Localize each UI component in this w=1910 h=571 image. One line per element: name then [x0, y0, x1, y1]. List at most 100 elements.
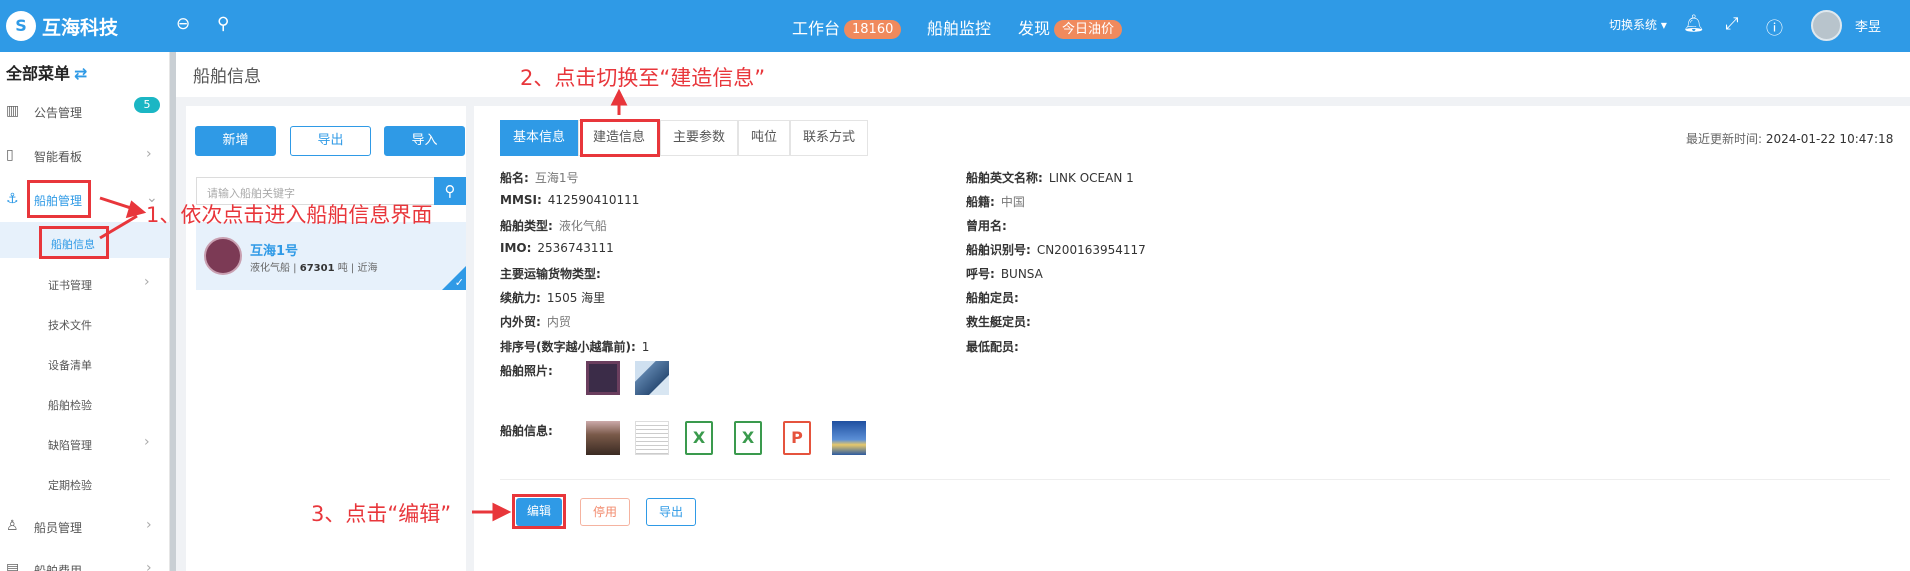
sidebar: 全部菜单 ⇄ ▥ 公告管理 5 ▯ 智能看板 › ⚓︎ 船舶管理 ⌄ 船舶信息 证… [0, 52, 170, 571]
anchor-icon: ⚓︎ [6, 191, 19, 207]
field-key: 排序号(数字越小越靠前): [500, 340, 636, 354]
field-value: 液化气船 [558, 219, 607, 233]
sidebar-item-label: 船舶费用 [34, 564, 83, 571]
annotation-step2: 2、点击切换至“建造信息” [520, 66, 766, 90]
last-update-value: 2024-01-22 10:47:18 [1765, 132, 1894, 146]
field-key: 船舶英文名称: [966, 171, 1043, 185]
export-button[interactable]: 导出 [646, 498, 696, 526]
field-value: BUNSA [1000, 267, 1043, 281]
ship-list-item[interactable]: 互海1号 液化气船 | 67301 吨 | 近海 ✓ [196, 222, 466, 290]
tab-tonnage[interactable]: 吨位 [738, 120, 790, 156]
file-image-thumbnail[interactable] [586, 421, 620, 455]
subitem-label: 船舶检验 [48, 399, 92, 412]
export-list-button[interactable]: 导出 [290, 126, 371, 156]
ship-area: 近海 [357, 263, 378, 274]
nav-workbench-label: 工作台 [792, 19, 841, 38]
page-header [176, 52, 1910, 97]
field-ship-id: 船舶识别号: CN200163954117 [966, 241, 1146, 258]
tab-contacts[interactable]: 联系方式 [790, 120, 868, 156]
nav-workbench[interactable]: 工作台 18160 [792, 15, 902, 39]
field-key: MMSI: [500, 193, 542, 207]
field-cargo-type: 主要运输货物类型: [500, 265, 607, 282]
ship-type: 液化气船 [250, 263, 290, 274]
tab-basic-info[interactable]: 基本信息 [500, 120, 578, 156]
ship-photo-thumbnail[interactable] [586, 361, 620, 395]
switch-icon[interactable]: ⇄ [74, 64, 87, 83]
top-bar: S 互海科技 ⊖ ⚲ 工作台 18160 船舶监控 发现 今日油价 切换系统 ▾ 🔔… [0, 0, 1910, 52]
sidebar-item-label: 智能看板 [34, 150, 83, 164]
check-icon: ✓ [454, 276, 464, 289]
ship-name: 互海1号 [250, 244, 299, 259]
tab-main-params[interactable]: 主要参数 [660, 120, 738, 156]
excel-file-icon[interactable]: X [734, 421, 762, 455]
ship-photo-thumbnail[interactable] [635, 361, 669, 395]
field-key: 呼号: [966, 267, 995, 281]
annotation-box-edit [512, 494, 566, 529]
field-endurance: 续航力: 1505 海里 [500, 289, 605, 306]
field-key: 船舶定员: [966, 291, 1019, 305]
bell-icon[interactable]: 🔔︎ [1683, 14, 1705, 34]
field-ship-photos: 船舶照片: [500, 362, 553, 379]
field-key: 船籍: [966, 195, 995, 209]
brand-name: 互海科技 [42, 17, 119, 39]
sidebar-item-label: 船员管理 [34, 521, 83, 535]
logo-icon: S [6, 11, 36, 41]
field-value: 内贸 [546, 315, 571, 329]
excel-file-icon[interactable]: X [685, 421, 713, 455]
nav-ship-monitor[interactable]: 船舶监控 [927, 15, 991, 39]
switch-system-menu[interactable]: 切换系统 ▾ [1609, 16, 1667, 33]
subitem-label: 缺陷管理 [48, 439, 92, 452]
annotation-box-ship-management [27, 180, 91, 218]
annotation-step3: 3、点击“编辑” [311, 502, 452, 526]
nav-discover[interactable]: 发现 今日油价 [1018, 15, 1123, 39]
field-flag: 船籍: 中国 [966, 193, 1025, 210]
field-key: 救生艇定员: [966, 315, 1031, 329]
divider [500, 479, 1890, 480]
chevron-right-icon: › [144, 434, 150, 450]
ship-meta: 液化气船 | 67301 吨 | 近海 [250, 263, 378, 274]
chevron-right-icon: › [146, 146, 152, 162]
file-image-thumbnail[interactable] [832, 421, 866, 455]
add-button[interactable]: 新增 [195, 126, 276, 156]
back-icon[interactable]: ⊖ [176, 14, 190, 34]
menu-title: 全部菜单 ⇄ [6, 60, 87, 84]
field-key: 曾用名: [966, 219, 1007, 233]
sidebar-item-label: 公告管理 [34, 106, 83, 120]
field-key: 船名: [500, 171, 529, 185]
field-key: 主要运输货物类型: [500, 267, 601, 281]
annotation-box-build-tab [580, 119, 660, 157]
user-name[interactable]: 李昱 [1855, 16, 1881, 35]
search-button[interactable]: ⚲ [434, 177, 466, 205]
help-icon[interactable]: ⓘ [1766, 14, 1783, 39]
chart-icon: ▯ [6, 147, 14, 163]
field-value: 412590410111 [547, 193, 640, 207]
disable-button[interactable]: 停用 [580, 498, 630, 526]
last-update-label: 最近更新时间: [1686, 132, 1763, 146]
menu-title-label: 全部菜单 [6, 64, 71, 83]
field-key: 船舶类型: [500, 219, 553, 233]
subitem-label: 证书管理 [48, 279, 92, 292]
wallet-icon: ▤ [6, 561, 20, 571]
field-ship-name: 船名: 互海1号 [500, 169, 578, 186]
file-sheet-thumbnail[interactable] [635, 421, 669, 455]
field-sort-order: 排序号(数字越小越靠前): 1 [500, 338, 649, 355]
field-value: 互海1号 [534, 171, 579, 185]
ppt-file-icon[interactable]: P [783, 421, 811, 455]
notice-count-badge: 5 [134, 97, 160, 113]
field-key: IMO: [500, 241, 532, 255]
oil-price-badge[interactable]: 今日油价 [1054, 20, 1123, 39]
subitem-label: 技术文件 [48, 319, 92, 332]
chevron-right-icon: › [144, 274, 150, 290]
fullscreen-icon[interactable]: ⤢ [1725, 14, 1739, 34]
search-icon[interactable]: ⚲ [217, 14, 229, 34]
field-key: 续航力: [500, 291, 541, 305]
avatar[interactable] [1811, 10, 1842, 41]
subitem-label: 定期检验 [48, 479, 92, 492]
last-update: 最近更新时间: 2024-01-22 10:47:18 [1686, 130, 1893, 147]
import-button[interactable]: 导入 [384, 126, 465, 156]
field-mmsi: MMSI: 412590410111 [500, 193, 639, 207]
field-capacity: 船舶定员: [966, 289, 1025, 306]
field-lifeboat: 救生艇定员: [966, 313, 1037, 330]
field-ship-type: 船舶类型: 液化气船 [500, 217, 607, 234]
field-min-crew: 最低配员: [966, 338, 1025, 355]
